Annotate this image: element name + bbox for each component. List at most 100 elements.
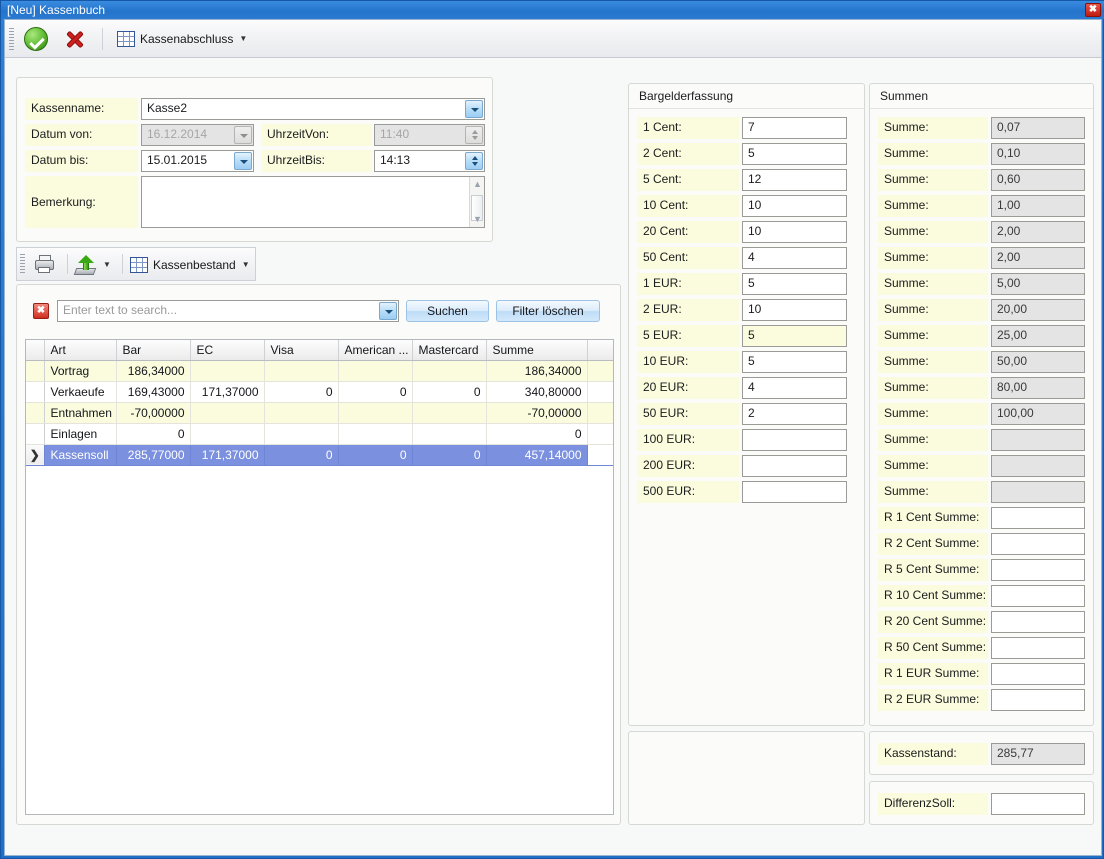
grid-col-summe[interactable]: Summe bbox=[486, 340, 588, 361]
scroll-down-icon[interactable]: ▼ bbox=[472, 214, 483, 225]
uhrzeit-bis-spinner[interactable]: 14:13 bbox=[374, 150, 485, 172]
cell-value: 0 bbox=[412, 444, 487, 466]
denomination-count-input[interactable]: 10 bbox=[742, 299, 847, 321]
summe-value: 1,00 bbox=[991, 195, 1085, 217]
table-row[interactable]: Einlagen 0 0 bbox=[26, 423, 613, 445]
cell-value: 171,37000 bbox=[190, 381, 265, 403]
grid-col-bar[interactable]: Bar bbox=[116, 340, 191, 361]
summe-value: 25,00 bbox=[991, 325, 1085, 347]
toolbar-drag-grip[interactable] bbox=[9, 28, 14, 50]
chevron-down-icon[interactable]: ▼ bbox=[97, 261, 111, 269]
rest-summe-input[interactable] bbox=[991, 663, 1085, 685]
kassenabschluss-menu-button[interactable]: Kassenabschluss ▼ bbox=[117, 28, 247, 50]
kassenstand-label: Kassenstand: bbox=[878, 743, 988, 765]
denomination-count-input[interactable]: 4 bbox=[742, 247, 847, 269]
uhrzeit-von-label: UhrzeitVon: bbox=[261, 124, 372, 146]
differenzsoll-input[interactable] bbox=[991, 793, 1085, 815]
summe-label: R 1 Cent Summe: bbox=[878, 507, 988, 529]
chevron-down-icon bbox=[234, 126, 252, 144]
rest-summe-input[interactable] bbox=[991, 689, 1085, 711]
rest-summe-input[interactable] bbox=[991, 559, 1085, 581]
grid-col-american[interactable]: American ... bbox=[338, 340, 413, 361]
cell-art: Einlagen bbox=[44, 423, 117, 445]
clear-search-icon[interactable]: ✖ bbox=[33, 303, 49, 319]
cell-value: 0 bbox=[116, 423, 191, 445]
denomination-count-input[interactable]: 7 bbox=[742, 117, 847, 139]
datum-bis-datepicker[interactable]: 15.01.2015 bbox=[141, 150, 254, 172]
chevron-down-icon[interactable] bbox=[234, 152, 252, 170]
rest-summe-input[interactable] bbox=[991, 507, 1085, 529]
denomination-count-input[interactable]: 5 bbox=[742, 143, 847, 165]
summe-label: Summe: bbox=[878, 325, 988, 347]
summe-value: 0,10 bbox=[991, 143, 1085, 165]
chevron-down-icon[interactable] bbox=[379, 302, 397, 320]
suchen-button[interactable]: Suchen bbox=[406, 300, 489, 322]
table-row[interactable]: Entnahmen -70,00000 -70,00000 bbox=[26, 402, 613, 424]
denomination-count-input[interactable]: 2 bbox=[742, 403, 847, 425]
denomination-count-input[interactable] bbox=[742, 481, 847, 503]
bargelderfassung-title: Bargelderfassung bbox=[629, 84, 864, 109]
denomination-count-input[interactable]: 10 bbox=[742, 195, 847, 217]
denomination-count-input[interactable]: 5 bbox=[742, 273, 847, 295]
summe-label: Summe: bbox=[878, 195, 988, 217]
cell-art: Verkaeufe bbox=[44, 381, 117, 403]
rest-summe-input[interactable] bbox=[991, 611, 1085, 633]
kassenbestand-grid[interactable]: Art Bar EC Visa American ... Mastercard … bbox=[25, 339, 614, 815]
denomination-count-input[interactable] bbox=[742, 455, 847, 477]
row-selector-cell[interactable] bbox=[26, 381, 45, 403]
denomination-label: 50 Cent: bbox=[637, 247, 739, 269]
cell-value bbox=[338, 360, 413, 382]
grid-col-art[interactable]: Art bbox=[44, 340, 117, 361]
row-selector-cell[interactable]: ❯ bbox=[26, 444, 45, 466]
denomination-label: 20 Cent: bbox=[637, 221, 739, 243]
bemerkung-scrollbar[interactable]: ▲ ▼ bbox=[469, 177, 484, 227]
denomination-count-input[interactable]: 10 bbox=[742, 221, 847, 243]
cell-value: 186,34000 bbox=[116, 360, 191, 382]
kassenname-combo[interactable]: Kasse2 bbox=[141, 98, 485, 120]
grid-col-ec[interactable]: EC bbox=[190, 340, 265, 361]
denomination-count-input[interactable]: 5 bbox=[742, 325, 847, 347]
summe-value: 0,07 bbox=[991, 117, 1085, 139]
close-icon[interactable]: ✖ bbox=[1085, 3, 1101, 17]
scroll-up-icon[interactable]: ▲ bbox=[472, 179, 483, 190]
rest-summe-input[interactable] bbox=[991, 585, 1085, 607]
denomination-label: 5 Cent: bbox=[637, 169, 739, 191]
confirm-button[interactable] bbox=[22, 26, 50, 52]
table-row[interactable]: Verkaeufe 169,43000 171,37000 0 0 0 340,80000 bbox=[26, 381, 613, 403]
grid-col-mastercard[interactable]: Mastercard bbox=[412, 340, 487, 361]
window-client-area: Kassenabschluss ▼ Kassenname: Kasse2 Dat… bbox=[4, 19, 1102, 856]
denomination-count-input[interactable]: 5 bbox=[742, 351, 847, 373]
summe-label: Summe: bbox=[878, 273, 988, 295]
cancel-button[interactable] bbox=[61, 26, 89, 52]
summe-label: Summe: bbox=[878, 221, 988, 243]
summe-label: Summe: bbox=[878, 403, 988, 425]
row-selector-cell[interactable] bbox=[26, 402, 45, 424]
toolbar-drag-grip[interactable] bbox=[20, 254, 25, 274]
denomination-count-input[interactable]: 12 bbox=[742, 169, 847, 191]
table-row[interactable]: ❯ Kassensoll 285,77000 171,37000 0 0 0 457,1400… bbox=[26, 444, 613, 466]
filter-loeschen-button[interactable]: Filter löschen bbox=[496, 300, 600, 322]
print-button[interactable] bbox=[31, 253, 59, 277]
table-row[interactable]: Vortrag 186,34000 186,34000 bbox=[26, 360, 613, 382]
cell-value bbox=[190, 423, 265, 445]
kassenbestand-label: Kassenbestand bbox=[153, 258, 236, 272]
cell-value: 285,77000 bbox=[116, 444, 191, 466]
grid-rowselector-header bbox=[26, 340, 45, 361]
chevron-down-icon[interactable] bbox=[465, 100, 483, 118]
kassenbestand-menu-button[interactable]: Kassenbestand ▼ bbox=[130, 254, 250, 276]
row-selector-cell[interactable] bbox=[26, 423, 45, 445]
export-button[interactable]: ▼ bbox=[73, 253, 111, 277]
rest-summe-input[interactable] bbox=[991, 637, 1085, 659]
export-icon bbox=[73, 255, 97, 275]
search-input[interactable]: Enter text to search... bbox=[57, 300, 399, 322]
spinner-up-down-icon[interactable] bbox=[465, 152, 483, 170]
chevron-down-icon: ▼ bbox=[239, 34, 248, 43]
denomination-label: 2 EUR: bbox=[637, 299, 739, 321]
denomination-count-input[interactable]: 4 bbox=[742, 377, 847, 399]
rest-summe-input[interactable] bbox=[991, 533, 1085, 555]
denomination-count-input[interactable] bbox=[742, 429, 847, 451]
row-selector-cell[interactable] bbox=[26, 360, 45, 382]
bemerkung-textarea[interactable]: ▲ ▼ bbox=[141, 176, 485, 228]
grid-col-visa[interactable]: Visa bbox=[264, 340, 339, 361]
denomination-label: 10 Cent: bbox=[637, 195, 739, 217]
